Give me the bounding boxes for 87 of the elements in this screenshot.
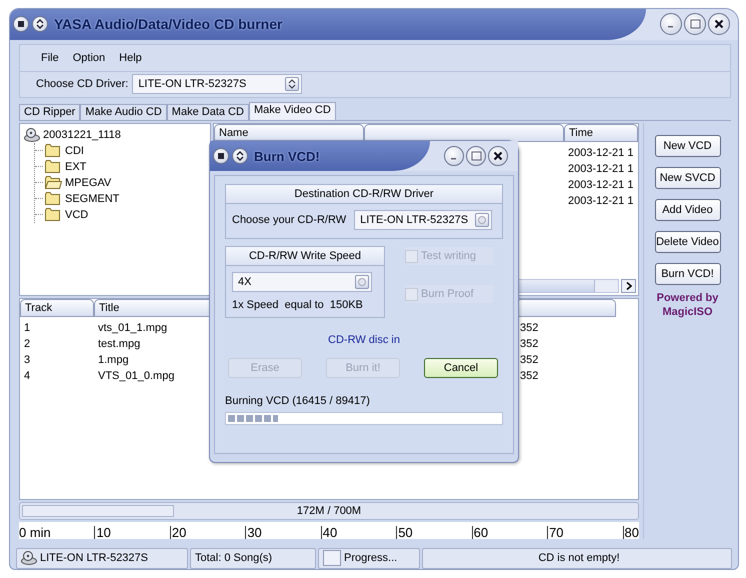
tab[interactable]: Make Audio CD xyxy=(80,104,167,120)
action-button[interactable]: Delete Video xyxy=(654,230,720,253)
maximize-icon[interactable] xyxy=(684,13,706,36)
tree-item[interactable]: EXT xyxy=(65,160,86,173)
group-heading: CD-R/RW Write Speed xyxy=(226,247,384,266)
scroll-right-button[interactable] xyxy=(621,278,636,293)
table-cell: 2 xyxy=(24,338,30,350)
folder-icon xyxy=(45,144,62,158)
dialog-title: Burn VCD! xyxy=(254,148,320,164)
table-cell: 2003-12-21 1 xyxy=(568,178,634,191)
table-cell: test.mpg xyxy=(98,338,140,350)
table-cell: 3 xyxy=(24,354,30,366)
table-cell: VTS_01_0.mpg xyxy=(98,370,174,382)
action-button[interactable]: New VCD xyxy=(654,134,720,157)
group-heading: Destination CD-R/RW Driver xyxy=(226,185,502,204)
table-cell: 2003-12-21 1 xyxy=(568,194,634,207)
status-progress: Progress... xyxy=(318,548,420,569)
ruler-label: 60 xyxy=(472,526,488,539)
folder-icon xyxy=(45,208,62,222)
status-message: CD is not empty! xyxy=(422,548,732,569)
table-cell: 352 xyxy=(520,338,538,350)
drive-label: Choose your CD-R/RW xyxy=(232,214,346,226)
table-cell: 352 xyxy=(520,370,538,382)
capacity-reading: 172M / 700M xyxy=(296,504,362,517)
progress-label: Burning VCD (16415 / 89417) xyxy=(225,395,371,407)
tree-item[interactable]: MPEGAV xyxy=(65,176,112,189)
table-cell: 352 xyxy=(520,322,538,334)
status-total: Total: 0 Song(s) xyxy=(190,548,316,569)
table-cell: 2003-12-21 1 xyxy=(568,162,634,175)
drive-select[interactable]: LITE-ON LTR-52327S xyxy=(354,210,492,230)
ruler-label: 70 xyxy=(547,526,564,539)
close-icon[interactable] xyxy=(488,146,508,166)
ruler-label: 10 xyxy=(94,526,111,539)
minimize-icon[interactable] xyxy=(444,146,464,166)
dropdown-icon xyxy=(478,216,486,224)
system-menu-icon[interactable] xyxy=(13,16,29,32)
status-drive: LITE-ON LTR-52327S xyxy=(16,548,188,569)
column-header[interactable]: Name xyxy=(214,124,364,142)
ruler-label: 40 xyxy=(320,526,338,539)
tree-item[interactable]: VCD xyxy=(65,208,88,221)
roll-up-icon[interactable] xyxy=(232,148,248,164)
table-cell: 2003-12-21 1 xyxy=(568,146,634,159)
window-title: YASA Audio/Data/Video CD burner xyxy=(54,16,282,32)
open-folder-icon xyxy=(45,176,62,190)
cd-drive-icon xyxy=(24,128,40,142)
column-header[interactable] xyxy=(516,298,616,317)
folder-icon xyxy=(45,192,62,206)
dropdown-icon xyxy=(288,79,296,90)
ruler-label: 80 xyxy=(622,526,639,539)
minimize-icon[interactable] xyxy=(660,13,682,36)
menu-item[interactable]: Option xyxy=(68,50,110,66)
column-header[interactable]: Track xyxy=(20,298,94,317)
menu-item[interactable]: Help xyxy=(114,50,147,66)
roll-up-icon[interactable] xyxy=(32,16,48,32)
tab[interactable]: Make Video CD xyxy=(248,102,336,120)
column-header[interactable]: Time xyxy=(564,124,638,142)
powered-by-text: Powered by MagicISO xyxy=(656,290,720,319)
action-button[interactable]: Burn VCD! xyxy=(654,262,720,285)
close-icon[interactable] xyxy=(708,13,730,36)
chevron-right-icon xyxy=(626,282,632,290)
cd-drive-icon xyxy=(21,551,37,566)
tab[interactable]: CD Ripper xyxy=(19,104,80,120)
driver-select[interactable]: LITE-ON LTR-52327S xyxy=(132,74,302,94)
dropdown-icon xyxy=(358,278,366,286)
system-menu-icon[interactable] xyxy=(213,148,229,164)
speed-select[interactable]: 4X xyxy=(232,272,372,292)
table-cell: vts_01_1.mpg xyxy=(98,322,168,334)
maximize-icon[interactable] xyxy=(466,146,486,166)
table-cell: 1 xyxy=(24,322,30,334)
dialog-button[interactable]: Cancel xyxy=(424,358,498,378)
tab[interactable]: Make Data CD xyxy=(166,104,249,120)
tree-item[interactable]: 20031221_1118 xyxy=(43,128,121,141)
ruler-label: 0 min xyxy=(19,526,51,539)
tree-item[interactable]: CDI xyxy=(65,144,84,157)
ruler-label: 20 xyxy=(170,526,186,539)
ruler-label: 50 xyxy=(396,526,413,539)
table-cell: 4 xyxy=(24,370,30,382)
table-cell: 352 xyxy=(520,354,538,366)
disc-status: CD-RW disc in xyxy=(327,334,401,346)
driver-label: Choose CD Driver: xyxy=(36,78,128,90)
ruler-label: 30 xyxy=(245,526,262,539)
tree-item[interactable]: SEGMENT xyxy=(65,192,120,205)
table-cell: 1.mpg xyxy=(98,354,129,366)
action-button[interactable]: New SVCD xyxy=(654,166,720,189)
menu-item[interactable]: File xyxy=(36,50,64,66)
folder-icon xyxy=(45,160,62,174)
action-button[interactable]: Add Video xyxy=(654,198,720,221)
